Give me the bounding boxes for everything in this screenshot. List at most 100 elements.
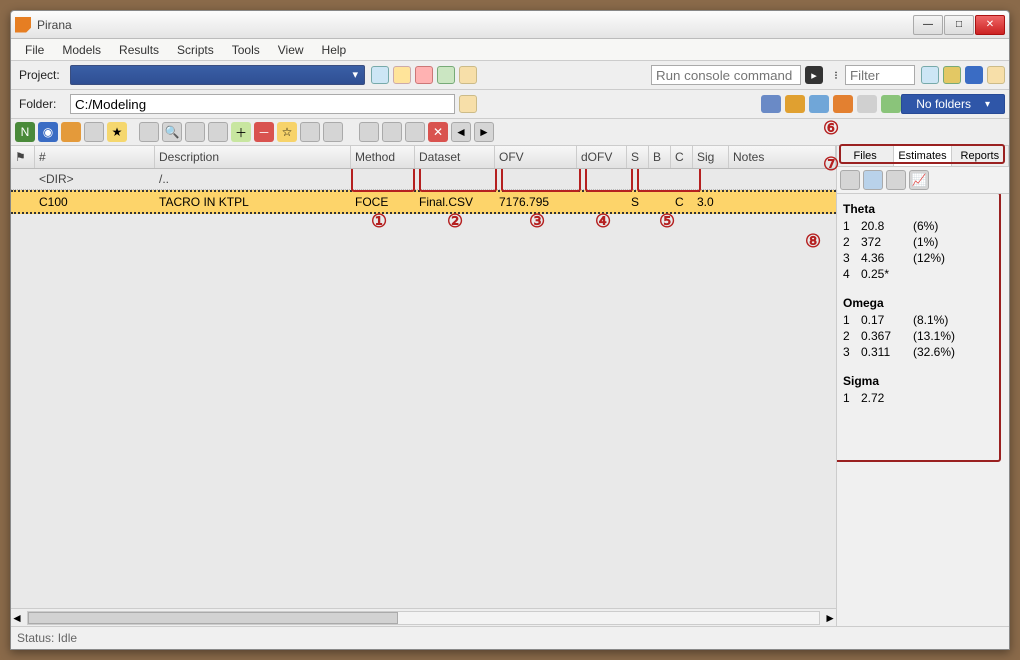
menu-results[interactable]: Results xyxy=(111,41,167,59)
col-dofv[interactable]: dOFV xyxy=(577,146,627,168)
menu-view[interactable]: View xyxy=(270,41,312,59)
col-check[interactable]: ⚑ xyxy=(11,146,35,168)
n-button[interactable]: N xyxy=(15,122,35,142)
find-icon[interactable]: 🔍 xyxy=(162,122,182,142)
col-method[interactable]: Method xyxy=(351,146,415,168)
theta-heading: Theta xyxy=(843,202,1003,216)
menu-bar: File Models Results Scripts Tools View H… xyxy=(11,39,1009,61)
info-icon[interactable] xyxy=(393,66,411,84)
omega-heading: Omega xyxy=(843,296,1003,310)
filter-button[interactable]: ⁝ xyxy=(827,66,845,84)
sigma-row: 12.72 xyxy=(843,390,1003,406)
side-panel: ⑥ Files Estimates Reports ⑦ 📈 Theta 120.… xyxy=(837,146,1009,626)
copy2-icon[interactable] xyxy=(300,122,320,142)
plus-icon[interactable]: ＋ xyxy=(231,122,251,142)
side-tabs: Files Estimates Reports xyxy=(837,146,1009,167)
menu-models[interactable]: Models xyxy=(54,41,109,59)
folder-icon[interactable] xyxy=(61,122,81,142)
table-row-selected[interactable]: C100 TACRO IN KTPL FOCE Final.CSV 7176.7… xyxy=(11,190,836,214)
window-title: Pirana xyxy=(37,18,913,32)
arrow-icon[interactable] xyxy=(881,95,901,113)
copy-icon[interactable] xyxy=(857,95,877,113)
globe-icon[interactable]: ◉ xyxy=(38,122,58,142)
table-body: <DIR> /.. C100 TACRO IN KTPL FOCE Final.… xyxy=(11,169,836,608)
col-num[interactable]: # xyxy=(35,146,155,168)
delete-icon[interactable] xyxy=(415,66,433,84)
link-icon[interactable] xyxy=(943,66,961,84)
tab-estimates[interactable]: Estimates xyxy=(894,146,951,166)
list-icon[interactable] xyxy=(405,122,425,142)
app-blue-icon[interactable] xyxy=(809,95,829,113)
select-icon[interactable] xyxy=(139,122,159,142)
edit-icon[interactable] xyxy=(987,66,1005,84)
x-icon[interactable]: ✕ xyxy=(428,122,448,142)
run-icon[interactable]: ▸ xyxy=(805,66,823,84)
user-icon[interactable] xyxy=(965,66,983,84)
theta-row: 120.8(6%) xyxy=(843,218,1003,234)
console-command-input[interactable] xyxy=(651,65,801,85)
menu-help[interactable]: Help xyxy=(314,41,355,59)
col-ofv[interactable]: OFV xyxy=(495,146,577,168)
menu-file[interactable]: File xyxy=(17,41,52,59)
project-dropdown[interactable] xyxy=(70,65,365,85)
tab-files[interactable]: Files xyxy=(837,146,894,166)
minus-icon[interactable]: － xyxy=(254,122,274,142)
est-copy-icon[interactable] xyxy=(886,170,906,190)
doc-icon[interactable] xyxy=(185,122,205,142)
paste-icon[interactable] xyxy=(323,122,343,142)
folder-input[interactable] xyxy=(70,94,455,114)
minimize-button[interactable]: — xyxy=(913,15,943,35)
est-chart-icon[interactable]: 📈 xyxy=(909,170,929,190)
sigma-heading: Sigma xyxy=(843,374,1003,388)
annotation-4: ④ xyxy=(595,211,611,232)
table-header: ⚑ # Description Method Dataset OFV dOFV … xyxy=(11,146,836,169)
annotation-5: ⑤ xyxy=(659,211,675,232)
filter-input[interactable] xyxy=(845,65,915,85)
folder-icons xyxy=(761,95,901,113)
project-row: Project: ▸ ⁝ xyxy=(11,61,1009,90)
prev-icon[interactable]: ◄ xyxy=(451,122,471,142)
star-icon[interactable]: ★ xyxy=(107,122,127,142)
folder-row: Folder: No folders xyxy=(11,90,1009,119)
tab-reports[interactable]: Reports xyxy=(952,146,1009,166)
theta-row: 40.25* xyxy=(843,266,1003,282)
app-orange-icon[interactable] xyxy=(833,95,853,113)
omega-row: 10.17(8.1%) xyxy=(843,312,1003,328)
col-c[interactable]: C xyxy=(671,146,693,168)
box-icon[interactable] xyxy=(785,95,805,113)
nofolders-dropdown[interactable]: No folders xyxy=(901,94,1005,114)
refresh-icon[interactable] xyxy=(437,66,455,84)
annotation-8: ⑧ xyxy=(805,231,821,252)
save-icon[interactable] xyxy=(371,66,389,84)
col-sig[interactable]: Sig xyxy=(693,146,729,168)
right-icons xyxy=(921,66,1005,84)
close-button[interactable]: ✕ xyxy=(975,15,1005,35)
model-table-panel: ⚑ # Description Method Dataset OFV dOFV … xyxy=(11,146,837,626)
menu-scripts[interactable]: Scripts xyxy=(169,41,222,59)
fav-icon[interactable]: ☆ xyxy=(277,122,297,142)
bookmark-icon[interactable] xyxy=(459,66,477,84)
col-b[interactable]: B xyxy=(649,146,671,168)
browse-folder-icon[interactable] xyxy=(459,95,477,113)
est-view-icon[interactable] xyxy=(863,170,883,190)
maximize-button[interactable]: □ xyxy=(944,15,974,35)
theta-row: 2372(1%) xyxy=(843,234,1003,250)
disk-icon[interactable] xyxy=(761,95,781,113)
col-s[interactable]: S xyxy=(627,146,649,168)
grid-icon[interactable] xyxy=(359,122,379,142)
next-icon[interactable]: ► xyxy=(474,122,494,142)
table-row[interactable]: <DIR> /.. xyxy=(11,169,836,190)
tag-icon[interactable] xyxy=(208,122,228,142)
col-desc[interactable]: Description xyxy=(155,146,351,168)
theta-row: 34.36(12%) xyxy=(843,250,1003,266)
app-window: Pirana — □ ✕ File Models Results Scripts… xyxy=(10,10,1010,650)
tree-icon[interactable] xyxy=(382,122,402,142)
est-doc-icon[interactable] xyxy=(840,170,860,190)
col-dataset[interactable]: Dataset xyxy=(415,146,495,168)
horizontal-scrollbar[interactable]: ◄ ► xyxy=(11,608,836,626)
status-text: Status: Idle xyxy=(17,631,77,645)
disk-save-icon[interactable] xyxy=(84,122,104,142)
menu-tools[interactable]: Tools xyxy=(224,41,268,59)
col-notes[interactable]: Notes xyxy=(729,146,836,168)
db-icon[interactable] xyxy=(921,66,939,84)
